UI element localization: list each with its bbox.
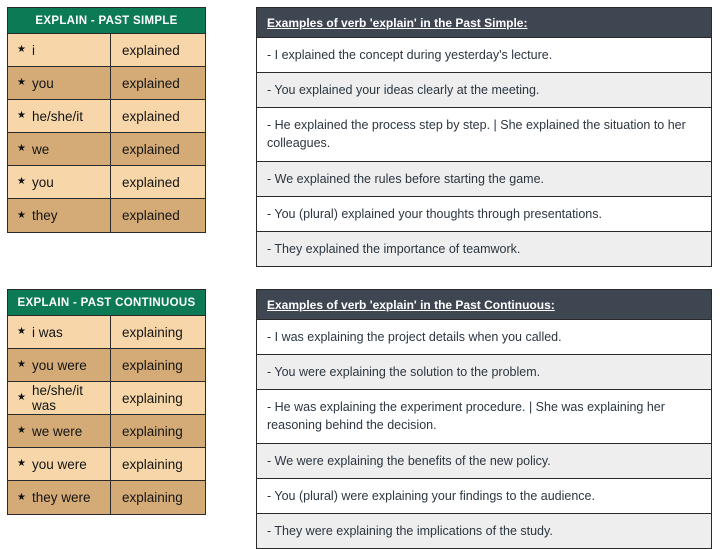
conjugation-row: ★ we were explaining: [8, 415, 205, 448]
star-icon: ★: [17, 143, 26, 154]
examples-panel-title: Examples of verb 'explain' in the Past C…: [257, 290, 711, 319]
star-icon: ★: [17, 392, 26, 403]
conjugation-pronoun-cell: ★ he/she/it: [8, 100, 111, 132]
conjugation-row: ★ i was explaining: [8, 316, 205, 349]
examples-panel-title: Examples of verb 'explain' in the Past S…: [257, 8, 711, 37]
examples-panel-past-simple: Examples of verb 'explain' in the Past S…: [256, 7, 712, 267]
conjugation-pronoun-label: he/she/it was: [31, 383, 84, 413]
conjugation-verb-cell: explaining: [122, 423, 183, 439]
conjugation-pronoun-label: you: [31, 174, 54, 190]
star-icon: ★: [17, 491, 26, 503]
example-row: - He explained the process step by step.…: [257, 107, 711, 161]
conjugation-verb-cell: explaining: [122, 390, 183, 406]
conjugation-verb-cell: explained: [122, 75, 180, 91]
example-row: - You were explaining the solution to th…: [257, 354, 711, 390]
conjugation-verb-cell: explaining: [122, 456, 183, 472]
conjugation-row: ★ he/she/it explained: [8, 100, 205, 133]
example-row: - I explained the concept during yesterd…: [257, 37, 711, 73]
conjugation-row: ★ he/she/it was explaining: [8, 382, 205, 415]
conjugation-table-title: EXPLAIN - PAST SIMPLE: [8, 8, 205, 34]
conjugation-pronoun-cell: ★ you: [8, 67, 111, 99]
conjugation-pronoun-label: i was: [31, 324, 63, 340]
conjugation-verb-cell: explaining: [122, 324, 183, 340]
examples-panel-title-text: Examples of verb 'explain' in the Past C…: [267, 298, 555, 312]
conjugation-row: ★ you explained: [8, 67, 205, 100]
conjugation-row: ★ they were explaining: [8, 481, 205, 514]
example-row: - You (plural) explained your thoughts t…: [257, 195, 711, 231]
conjugation-pronoun-label: we: [31, 141, 50, 157]
star-icon: ★: [17, 359, 26, 370]
conjugation-pronoun-label: you were: [31, 456, 87, 472]
conjugation-pronoun-cell: ★ you: [8, 166, 111, 198]
example-row: - We were explaining the benefits of the…: [257, 442, 711, 478]
examples-row-group: - I was explaining the project details w…: [257, 319, 711, 548]
conjugation-pronoun-label: he/she/it: [31, 108, 84, 124]
example-row: - They explained the importance of teamw…: [257, 230, 711, 266]
conjugation-row: ★ i explained: [8, 34, 205, 67]
conjugation-pronoun-label: you were: [31, 357, 87, 373]
conjugation-verb-cell: explaining: [122, 357, 183, 373]
conjugation-pronoun-cell: ★ i was: [8, 316, 111, 348]
conjugation-pronoun-cell: ★ we: [8, 133, 111, 165]
star-icon: ★: [17, 44, 26, 55]
star-icon: ★: [17, 176, 26, 187]
conjugation-pronoun-label: we were: [31, 423, 83, 439]
star-icon: ★: [17, 326, 26, 337]
star-icon: ★: [17, 209, 26, 221]
conjugation-row-group: ★ i explained ★ you explained ★ he/she/it explai…: [8, 34, 205, 232]
conjugation-verb-cell: explained: [122, 108, 180, 124]
conjugation-row: ★ we explained: [8, 133, 205, 166]
conjugation-pronoun-cell: ★ you were: [8, 349, 111, 381]
example-row: - They were explaining the implications …: [257, 512, 711, 548]
star-icon: ★: [17, 425, 26, 436]
examples-row-group: - I explained the concept during yesterd…: [257, 37, 711, 266]
conjugation-row: ★ you were explaining: [8, 349, 205, 382]
star-icon: ★: [17, 77, 26, 88]
star-icon: ★: [17, 110, 26, 121]
example-row: - He was explaining the experiment proce…: [257, 389, 711, 443]
conjugation-pronoun-cell: ★ he/she/it was: [8, 382, 111, 414]
conjugation-pronoun-label: they: [31, 208, 58, 223]
conjugation-pronoun-cell: ★ they were: [8, 481, 111, 514]
conjugation-pronoun-cell: ★ you were: [8, 448, 111, 480]
conjugation-verb-cell: explained: [122, 42, 180, 58]
example-row: - I was explaining the project details w…: [257, 319, 711, 355]
conjugation-row-group: ★ i was explaining ★ you were explaining ★ he/s…: [8, 316, 205, 514]
conjugation-pronoun-cell: ★ they: [8, 199, 111, 232]
conjugation-pronoun-label: you: [31, 75, 54, 91]
conjugation-verb-cell: explained: [122, 174, 180, 190]
conjugation-row: ★ you explained: [8, 166, 205, 199]
conjugation-verb-cell: explained: [122, 208, 180, 223]
example-row: - You explained your ideas clearly at th…: [257, 72, 711, 108]
conjugation-pronoun-label: i: [31, 42, 35, 58]
conjugation-table-past-continuous: EXPLAIN - PAST CONTINUOUS ★ i was explaini…: [7, 289, 206, 515]
conjugation-table-title: EXPLAIN - PAST CONTINUOUS: [8, 290, 205, 316]
conjugation-pronoun-label: they were: [31, 490, 91, 505]
conjugation-row: ★ you were explaining: [8, 448, 205, 481]
example-row: - We explained the rules before starting…: [257, 160, 711, 196]
conjugation-table-past-simple: EXPLAIN - PAST SIMPLE ★ i explained ★ you exp…: [7, 7, 206, 233]
conjugation-verb-cell: explaining: [122, 490, 183, 505]
star-icon: ★: [17, 458, 26, 469]
conjugation-row: ★ they explained: [8, 199, 205, 232]
conjugation-verb-cell: explained: [122, 141, 180, 157]
conjugation-pronoun-cell: ★ i: [8, 34, 111, 66]
example-row: - You (plural) were explaining your find…: [257, 477, 711, 513]
conjugation-pronoun-cell: ★ we were: [8, 415, 111, 447]
examples-panel-title-text: Examples of verb 'explain' in the Past S…: [267, 16, 528, 30]
examples-panel-past-continuous: Examples of verb 'explain' in the Past C…: [256, 289, 712, 549]
